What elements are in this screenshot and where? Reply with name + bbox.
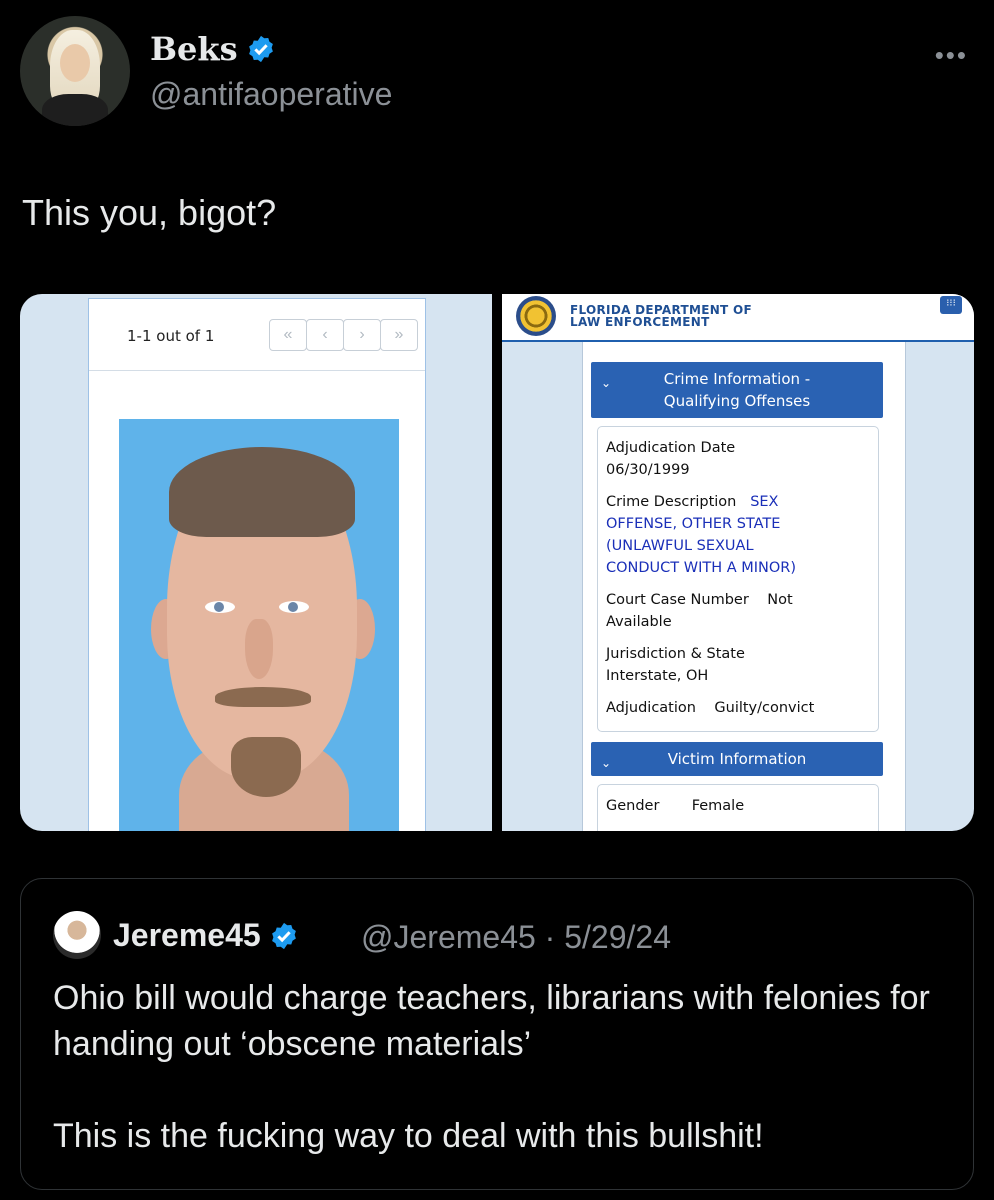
fdle-seal-icon	[516, 296, 556, 336]
author-handle[interactable]: @antifaoperative	[150, 76, 392, 113]
quoted-text-paragraph-1: Ohio bill would charge teachers, librari…	[53, 979, 930, 1063]
quoted-author-name-row[interactable]: Jereme45	[113, 917, 299, 954]
mugshot-photo	[119, 419, 399, 831]
adjudication-date: Adjudication Date 06/30/1999	[606, 440, 736, 478]
pager-next-button: ›	[343, 319, 381, 351]
tweet-text: This you, bigot?	[22, 192, 277, 233]
court-case-number: Court Case Number Not Available	[606, 592, 793, 630]
quoted-tweet[interactable]: Jereme45 @Jereme45 · 5/29/24 Ohio bill w…	[20, 878, 974, 1190]
grid-menu-icon: ⁝⁝⁝	[940, 296, 962, 314]
adjudication: Adjudication Guilty/convict	[606, 700, 815, 716]
author-name-row[interactable]: Beks	[150, 30, 276, 68]
crime-description: Crime Description SEX OFFENSE, OTHER STA…	[606, 494, 797, 576]
pager-prev-button: ‹	[306, 319, 344, 351]
fdle-header: FLORIDA DEPARTMENT OF LAW ENFORCEMENT ⁝⁝…	[502, 294, 974, 342]
search-result-card: 1-1 out of 1 « ‹ › »	[88, 298, 426, 831]
fdle-agency-name: FLORIDA DEPARTMENT OF LAW ENFORCEMENT	[570, 303, 753, 329]
media-image-left[interactable]: 1-1 out of 1 « ‹ › »	[20, 294, 492, 831]
quoted-text-paragraph-2: This is the fucking way to deal with thi…	[53, 1117, 764, 1155]
author-name[interactable]: Beks	[150, 30, 238, 68]
quoted-text: Ohio bill would charge teachers, librari…	[53, 975, 933, 1200]
media-image-right[interactable]: FLORIDA DEPARTMENT OF LAW ENFORCEMENT ⁝⁝…	[502, 294, 974, 831]
fdle-record: ⌄ Crime Information - Qualifying Offense…	[582, 342, 906, 831]
victim-gender: Gender Female	[606, 798, 745, 814]
verified-badge-icon	[271, 922, 296, 949]
quoted-meta: @Jereme45 · 5/29/24	[361, 919, 671, 955]
quoted-author-avatar[interactable]	[53, 911, 101, 959]
pager-first-button: «	[269, 319, 307, 351]
chevron-down-icon: ⌄	[601, 376, 612, 390]
crime-section-header: ⌄ Crime Information - Qualifying Offense…	[591, 362, 883, 418]
more-icon[interactable]: •••	[935, 40, 968, 71]
pager-bar: 1-1 out of 1 « ‹ › »	[89, 299, 425, 371]
tweet-media[interactable]: 1-1 out of 1 « ‹ › » FLORIDA DEPARTMENT …	[20, 294, 974, 831]
pager-buttons: « ‹ › »	[269, 319, 418, 351]
pager-last-button: »	[380, 319, 418, 351]
victim-details: Gender Female	[597, 784, 879, 831]
quoted-author-name[interactable]: Jereme45	[113, 917, 261, 954]
chevron-down-icon: ⌄	[601, 756, 612, 770]
verified-badge-icon	[248, 35, 273, 63]
victim-section-header: ⌄ Victim Information	[591, 742, 883, 776]
crime-details: Adjudication Date 06/30/1999 Crime Descr…	[597, 426, 879, 732]
pager-count: 1-1 out of 1	[127, 327, 215, 345]
author-avatar[interactable]	[20, 16, 130, 126]
jurisdiction-state: Jurisdiction & State Interstate, OH	[606, 646, 745, 684]
